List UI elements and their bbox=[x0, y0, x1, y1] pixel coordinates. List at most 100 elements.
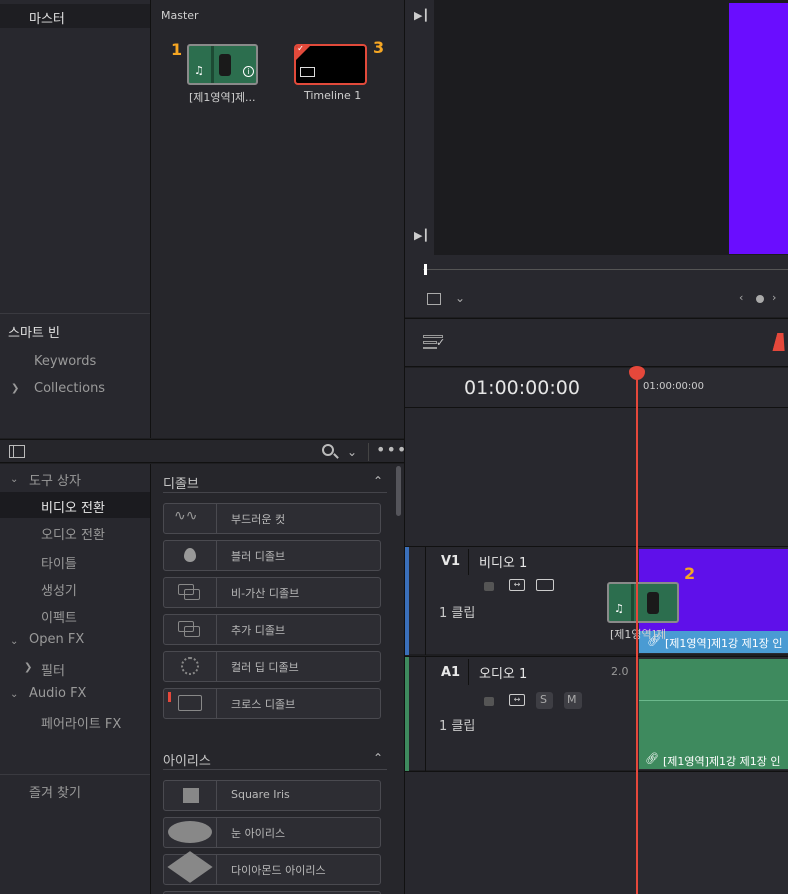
sidebar-toggle-icon[interactable] bbox=[9, 445, 25, 458]
timeline-toolbar: ✓ bbox=[405, 318, 788, 367]
marker-number-3: 3 bbox=[373, 38, 385, 57]
cross-dissolve-icon bbox=[164, 689, 217, 718]
skip-end-icon[interactable]: ▶┃ bbox=[414, 229, 429, 242]
audio-track-lane[interactable]: 🔗︎ [제1영역]제1강 제1장 인 bbox=[637, 656, 788, 770]
cursor-icon[interactable] bbox=[772, 333, 788, 351]
effect-item[interactable]: ∿∿ 부드러운 컷 bbox=[163, 503, 381, 534]
media-clip-label: [제1영역]제... bbox=[189, 91, 256, 104]
timeline-empty-area[interactable] bbox=[405, 408, 788, 546]
viewer-scrubber[interactable] bbox=[405, 255, 788, 282]
playhead-line[interactable] bbox=[636, 370, 638, 894]
auto-select-icon[interactable]: ↔ bbox=[509, 579, 525, 591]
audio-channels: 2.0 bbox=[611, 665, 629, 678]
tree-generators[interactable]: 생성기 bbox=[0, 575, 150, 601]
overlap-icon bbox=[164, 615, 217, 644]
transform-icon[interactable] bbox=[427, 293, 441, 305]
audio-track-header: A1 오디오 1 2.0 ↔ S M 1 클립 bbox=[405, 656, 637, 771]
effect-item[interactable]: 블러 디졸브 bbox=[163, 540, 381, 571]
effect-item[interactable]: Square Iris bbox=[163, 780, 381, 811]
eye-icon bbox=[164, 818, 217, 847]
master-bin-item[interactable]: 마스터 bbox=[0, 4, 150, 28]
prev-icon[interactable]: ‹ bbox=[739, 291, 743, 304]
music-note-icon: ♫ bbox=[194, 64, 204, 77]
solo-button[interactable]: S bbox=[536, 692, 553, 709]
timeline-header: 01:00:00:00 bbox=[405, 368, 637, 408]
track-name-a1[interactable]: 오디오 1 bbox=[479, 663, 527, 682]
skip-end-icon[interactable]: ▶┃ bbox=[414, 9, 429, 22]
lock-icon[interactable] bbox=[484, 697, 494, 706]
timeline-ruler[interactable]: 01:00:00:00 bbox=[637, 368, 788, 408]
timeline-view-options-icon[interactable]: ✓ bbox=[423, 334, 445, 350]
more-options-icon[interactable]: ••• bbox=[376, 440, 407, 459]
tree-titles[interactable]: 타이틀 bbox=[0, 548, 150, 574]
timecode-display: 01:00:00:00 bbox=[464, 377, 580, 399]
viewer-canvas[interactable] bbox=[434, 0, 788, 255]
group-title-iris: 아이리스 bbox=[163, 754, 211, 769]
clip-count-a1: 1 클립 bbox=[439, 719, 476, 734]
square-icon bbox=[164, 781, 217, 810]
scrubber-handle[interactable] bbox=[424, 264, 427, 275]
smart-bin-keywords[interactable]: Keywords bbox=[34, 354, 96, 369]
link-icon: 🔗︎ bbox=[645, 752, 659, 765]
wave-icon: ∿∿ bbox=[164, 504, 217, 533]
effect-item[interactable]: 눈 아이리스 bbox=[163, 817, 381, 848]
music-note-icon: ♫ bbox=[614, 602, 624, 615]
viewer-side-controls: ▶┃ ▶┃ bbox=[405, 0, 434, 255]
info-icon: i bbox=[243, 66, 254, 77]
group-title-dissolve: 디졸브 bbox=[163, 477, 199, 492]
effects-toolbar: ⌄ ••• bbox=[0, 439, 407, 463]
audio-clip-label: [제1영역]제1강 제1장 인 bbox=[663, 755, 781, 768]
tree-effects[interactable]: 이펙트 bbox=[0, 602, 150, 628]
chevron-down-icon[interactable]: ⌄ bbox=[455, 291, 465, 305]
collapse-icon[interactable]: ⌃ bbox=[373, 474, 383, 488]
track-name-v1[interactable]: 비디오 1 bbox=[479, 552, 527, 571]
tree-toolbox[interactable]: 도구 상자 bbox=[0, 465, 150, 491]
drop-icon bbox=[164, 541, 217, 570]
tree-favorites[interactable]: 즐겨 찾기 bbox=[0, 777, 150, 803]
tree-audio-fx[interactable]: Audio FX bbox=[0, 681, 150, 707]
tree-fairlight-fx[interactable]: 페어라이트 FX bbox=[0, 708, 150, 734]
check-icon: ✓ bbox=[297, 44, 305, 54]
dots-circle-icon bbox=[164, 652, 217, 681]
diamond-icon bbox=[164, 851, 217, 884]
effect-item[interactable]: 비-가산 디졸브 bbox=[163, 577, 381, 608]
next-icon[interactable]: › bbox=[772, 291, 776, 304]
track-id-v1: V1 bbox=[441, 554, 461, 569]
tree-open-fx[interactable]: Open FX bbox=[0, 627, 150, 653]
dragged-clip-label: [제1영역]제 bbox=[610, 628, 667, 641]
overlap-icon bbox=[164, 578, 217, 607]
video-track-header: V1 비디오 1 ↔ 1 클립 bbox=[405, 546, 637, 655]
bin-list-panel: 마스터 스마트 빈 Keywords ❯ Collections bbox=[0, 0, 150, 438]
effect-item[interactable]: 컬러 딥 디졸브 bbox=[163, 651, 381, 682]
tree-video-transitions[interactable]: 비디오 전환 bbox=[0, 492, 150, 518]
effect-item[interactable]: 크로스 디졸브 bbox=[163, 688, 381, 719]
dot-icon[interactable] bbox=[756, 295, 764, 303]
timeline-empty-bottom[interactable] bbox=[405, 771, 788, 894]
smart-bin-collections[interactable]: Collections bbox=[34, 381, 105, 396]
chevron-right-icon[interactable]: ❯ bbox=[11, 383, 19, 394]
collapse-icon[interactable]: ⌃ bbox=[373, 751, 383, 765]
audio-clip[interactable]: 🔗︎ [제1영역]제1강 제1장 인 bbox=[639, 659, 788, 769]
smart-bin-title: 스마트 빈 bbox=[8, 326, 60, 341]
viewer-toolbar: ⌄ ‹ › bbox=[405, 282, 788, 317]
marker-number-2: 2 bbox=[684, 564, 696, 583]
tree-audio-transitions[interactable]: 오디오 전환 bbox=[0, 519, 150, 545]
timeline-thumbnail[interactable]: ✓ bbox=[294, 44, 367, 85]
master-bin-label: 마스터 bbox=[29, 12, 65, 27]
mute-button[interactable]: M bbox=[564, 692, 582, 709]
chevron-down-icon[interactable]: ⌄ bbox=[347, 445, 357, 459]
film-icon[interactable] bbox=[536, 579, 554, 591]
timeline-label: Timeline 1 bbox=[304, 89, 362, 102]
scrollbar[interactable] bbox=[396, 466, 401, 516]
lock-icon[interactable] bbox=[484, 582, 494, 591]
effect-item[interactable]: 추가 디졸브 bbox=[163, 614, 381, 645]
tree-filters[interactable]: 필터 bbox=[0, 655, 150, 681]
media-pool-title: Master bbox=[161, 9, 199, 22]
viewer-frame bbox=[729, 3, 788, 254]
clip-count-v1: 1 클립 bbox=[439, 606, 476, 621]
timeline-icon bbox=[300, 67, 315, 77]
effect-item[interactable]: 다이아몬드 아이리스 bbox=[163, 851, 381, 885]
media-clip-thumbnail[interactable]: ♫ i bbox=[187, 44, 258, 85]
auto-select-icon[interactable]: ↔ bbox=[509, 694, 525, 706]
dragged-clip-thumbnail[interactable]: ♫ bbox=[607, 582, 679, 623]
